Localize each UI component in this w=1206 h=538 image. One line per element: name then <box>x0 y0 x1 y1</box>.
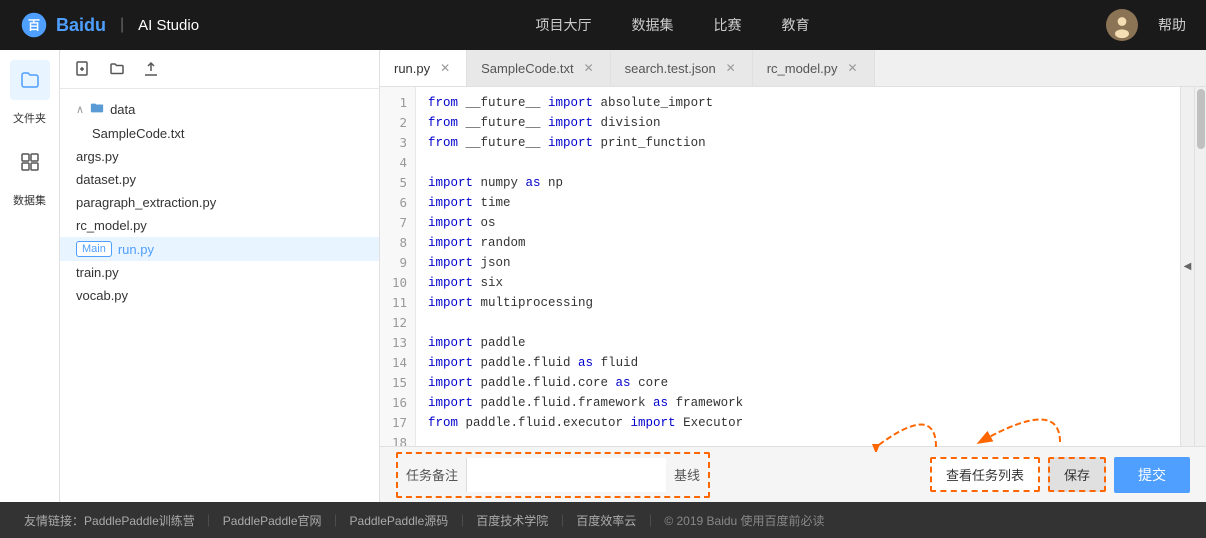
sidebar-files-label: 文件夹 <box>13 110 46 126</box>
folder-data[interactable]: ∧ data <box>60 97 379 122</box>
avatar-icon <box>1108 11 1136 39</box>
new-file-button[interactable] <box>72 58 94 80</box>
nav-link-project[interactable]: 项目大厅 <box>536 15 592 35</box>
sidebar: 文件夹 数据集 <box>0 50 60 502</box>
new-folder-button[interactable] <box>106 58 128 80</box>
nav-logo-divider: | <box>120 16 124 34</box>
file-paragraph[interactable]: paragraph_extraction.py <box>60 191 379 214</box>
tab-rcmodel[interactable]: rc_model.py ✕ <box>753 50 875 86</box>
line-numbers: 1234 5678 9101112 13141516 17181920 2122… <box>380 87 416 446</box>
footer-divider-2: ｜ <box>456 512 468 529</box>
baidu-logo-icon: 百 <box>20 11 48 39</box>
nav-right: 帮助 <box>1106 9 1186 41</box>
svg-text:百: 百 <box>28 18 40 32</box>
footer-link-2[interactable]: PaddlePaddle源码 <box>350 512 449 529</box>
folder-data-icon <box>90 101 104 118</box>
file-dataset-name: dataset.py <box>76 172 136 187</box>
upload-button[interactable] <box>140 58 162 80</box>
nav-logo-baidu-text: Baidu <box>56 15 106 36</box>
right-actions: 查看任务列表 保存 提交 <box>930 457 1190 493</box>
save-button[interactable]: 保存 <box>1048 457 1106 492</box>
sidebar-dataset-group: 数据集 <box>10 142 50 208</box>
file-rcmodel-name: rc_model.py <box>76 218 147 233</box>
scrollbar-right[interactable] <box>1194 87 1206 446</box>
folder-data-name: data <box>110 102 135 117</box>
footer-divider-0: ｜ <box>203 512 215 529</box>
nav-link-competition[interactable]: 比赛 <box>714 15 742 35</box>
file-dataset[interactable]: dataset.py <box>60 168 379 191</box>
file-vocab-name: vocab.py <box>76 288 128 303</box>
editor-area: run.py ✕ SampleCode.txt ✕ search.test.js… <box>380 50 1206 502</box>
sidebar-item-files[interactable] <box>10 60 50 100</box>
grid-icon <box>20 152 40 172</box>
top-nav: 百 Baidu | AI Studio 项目大厅 数据集 比赛 教育 帮助 <box>0 0 1206 50</box>
scroll-thumb <box>1197 89 1205 149</box>
footer-divider-1: ｜ <box>330 512 342 529</box>
task-note-label: 任务备注 <box>406 465 458 484</box>
file-train-name: train.py <box>76 265 119 280</box>
tab-runpy[interactable]: run.py ✕ <box>380 50 467 86</box>
file-runpy[interactable]: Main run.py <box>60 237 379 261</box>
upload-icon <box>143 61 159 77</box>
sidebar-files-group: 文件夹 <box>10 60 50 126</box>
sidebar-dataset-label: 数据集 <box>13 192 46 208</box>
main-content: 文件夹 数据集 <box>0 50 1206 502</box>
baseline-label: 基线 <box>674 465 700 484</box>
file-samplecode[interactable]: SampleCode.txt <box>60 122 379 145</box>
file-train[interactable]: train.py <box>60 261 379 284</box>
file-samplecode-name: SampleCode.txt <box>92 126 185 141</box>
nav-link-dataset[interactable]: 数据集 <box>632 15 674 35</box>
file-tree: ∧ data SampleCode.txt args.py dataset.py… <box>60 89 379 502</box>
nav-link-education[interactable]: 教育 <box>782 15 810 35</box>
nav-links: 项目大厅 数据集 比赛 教育 <box>239 15 1106 35</box>
nav-logo: 百 Baidu | AI Studio <box>20 11 199 39</box>
editor-tabs: run.py ✕ SampleCode.txt ✕ search.test.js… <box>380 50 1206 87</box>
bottom-panel: 任务备注 基线 查看任务列表 <box>380 446 1206 502</box>
collapse-panel-button[interactable]: ◀ <box>1180 87 1194 446</box>
tab-rcmodel-close[interactable]: ✕ <box>846 61 860 75</box>
footer-divider-3: ｜ <box>556 512 568 529</box>
file-args-name: args.py <box>76 149 119 164</box>
tab-search-close[interactable]: ✕ <box>724 61 738 75</box>
file-runpy-name: run.py <box>118 242 154 257</box>
footer-link-label: 友情链接： <box>24 512 84 529</box>
folder-icon <box>20 70 40 90</box>
tab-rcmodel-label: rc_model.py <box>767 61 838 76</box>
tab-samplecode-close[interactable]: ✕ <box>582 61 596 75</box>
nav-logo-studio-text: AI Studio <box>138 17 199 34</box>
tab-samplecode[interactable]: SampleCode.txt ✕ <box>467 50 611 86</box>
submit-button[interactable]: 提交 <box>1114 457 1190 493</box>
footer: 友情链接： PaddlePaddle训练营 ｜ PaddlePaddle官网 ｜… <box>0 502 1206 538</box>
file-rcmodel[interactable]: rc_model.py <box>60 214 379 237</box>
baseline-input[interactable] <box>466 458 666 492</box>
task-note-box: 任务备注 基线 <box>396 452 710 498</box>
footer-link-0[interactable]: PaddlePaddle训练营 <box>84 512 195 529</box>
footer-link-3[interactable]: 百度技术学院 <box>476 512 548 529</box>
sidebar-item-dataset[interactable] <box>10 142 50 182</box>
tab-samplecode-label: SampleCode.txt <box>481 61 574 76</box>
code-editor: 1234 5678 9101112 13141516 17181920 2122… <box>380 87 1206 446</box>
tab-runpy-close[interactable]: ✕ <box>438 61 452 75</box>
file-paragraph-name: paragraph_extraction.py <box>76 195 216 210</box>
tab-search[interactable]: search.test.json ✕ <box>611 50 753 86</box>
file-args[interactable]: args.py <box>60 145 379 168</box>
file-panel: ∧ data SampleCode.txt args.py dataset.py… <box>60 50 380 502</box>
footer-copyright: © 2019 Baidu 使用百度前必读 <box>664 512 824 529</box>
badge-main: Main <box>76 241 112 257</box>
nav-help-link[interactable]: 帮助 <box>1158 15 1186 35</box>
code-content[interactable]: from __future__ import absolute_import f… <box>416 87 1180 446</box>
footer-link-1[interactable]: PaddlePaddle官网 <box>223 512 322 529</box>
new-file-icon <box>75 61 91 77</box>
folder-open-icon <box>90 101 104 115</box>
file-toolbar <box>60 50 379 89</box>
new-folder-icon <box>109 61 125 77</box>
footer-divider-4: ｜ <box>644 512 656 529</box>
tab-search-label: search.test.json <box>625 61 716 76</box>
footer-link-4[interactable]: 百度效率云 <box>576 512 636 529</box>
file-vocab[interactable]: vocab.py <box>60 284 379 307</box>
view-tasks-button[interactable]: 查看任务列表 <box>930 457 1040 492</box>
user-avatar[interactable] <box>1106 9 1138 41</box>
tab-runpy-label: run.py <box>394 61 430 76</box>
